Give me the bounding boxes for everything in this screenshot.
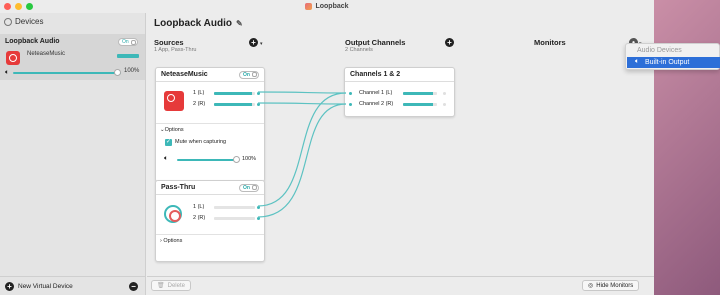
sidebar-device-item[interactable]: Loopback Audio On NeteaseMusic 🔈︎ 100% <box>0 34 145 80</box>
speaker-icon: 🔈︎ <box>5 69 10 76</box>
minimize-window-button[interactable] <box>15 3 22 10</box>
hide-monitors-button[interactable]: ◎ Hide Monitors <box>582 280 640 291</box>
new-virtual-device-button[interactable]: + New Virtual Device <box>5 282 73 291</box>
netease-music-icon <box>6 51 20 65</box>
zoom-window-button[interactable] <box>26 3 33 10</box>
sidebar: Devices Loopback Audio On NeteaseMusic 🔈… <box>0 13 146 295</box>
wire-passthru-l <box>257 92 347 207</box>
loopback-window: Loopback Devices Loopback Audio On Netea… <box>0 0 654 295</box>
devices-icon <box>4 17 12 26</box>
delete-button[interactable]: 🗑︎ Delete <box>151 280 191 291</box>
device-toggle[interactable]: On <box>118 38 138 46</box>
device-volume-percent: 100% <box>124 68 140 74</box>
device-source-label: NeteaseMusic <box>27 51 66 57</box>
device-volume-slider[interactable] <box>13 69 122 76</box>
audio-devices-menu: Audio Devices 🔈︎ Built-in Output <box>625 43 720 70</box>
wire-passthru-r <box>257 103 347 218</box>
device-name: Loopback Audio <box>5 38 60 45</box>
bottom-toolbar: 🗑︎ Delete ◎ Hide Monitors <box>147 276 654 295</box>
menu-section-header: Audio Devices <box>637 47 682 54</box>
device-level-meter <box>117 54 139 58</box>
window-title: Loopback <box>305 3 349 10</box>
trash-icon: 🗑︎ <box>157 283 165 289</box>
remove-device-button[interactable]: − <box>129 282 138 291</box>
wire-netease-l <box>257 91 347 94</box>
wire-netease-r <box>257 102 347 105</box>
eye-slash-icon: ◎ <box>588 283 594 289</box>
main-panel: Loopback Audio ✎ Sources 1 App, Pass-Thr… <box>147 13 654 295</box>
sidebar-header: Devices <box>4 17 43 26</box>
close-window-button[interactable] <box>4 3 11 10</box>
plus-icon: + <box>5 282 14 291</box>
sidebar-footer: + New Virtual Device − <box>0 276 145 295</box>
device-volume-thumb[interactable] <box>114 69 122 76</box>
device-volume: 🔈︎ <box>5 69 122 77</box>
titlebar: Loopback <box>0 0 654 13</box>
menu-item-built-in-output[interactable]: 🔈︎ Built-in Output <box>627 57 720 68</box>
window-controls <box>4 3 33 10</box>
loopback-app-icon <box>305 3 313 10</box>
speaker-icon: 🔈︎ <box>635 58 640 65</box>
routing-wires <box>257 91 347 218</box>
